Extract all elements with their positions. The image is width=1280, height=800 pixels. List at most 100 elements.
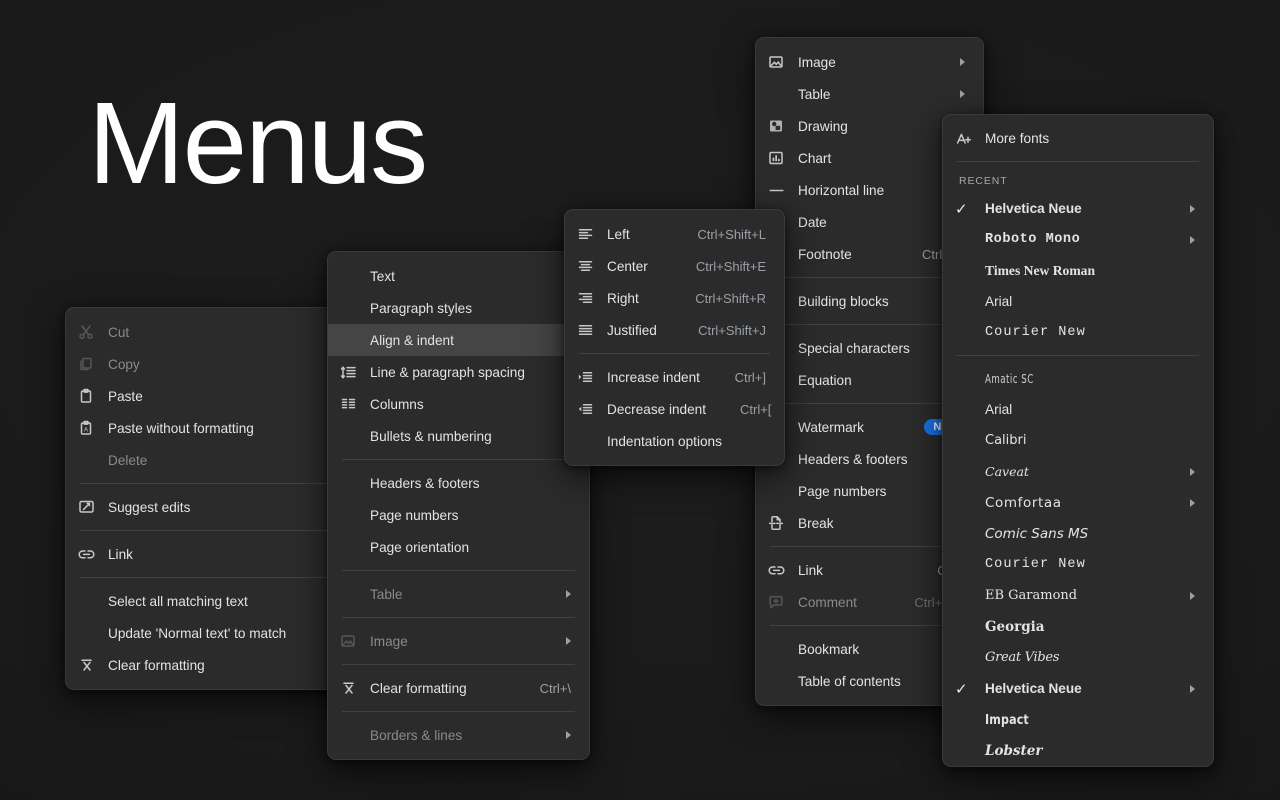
menu-item-headers-footers[interactable]: Headers & footers xyxy=(328,467,589,499)
menu-item-image[interactable]: Image xyxy=(756,46,983,78)
menu-item-increase-indent[interactable]: Increase indent Ctrl+] xyxy=(565,361,784,393)
menu-item-label: EB Garamond xyxy=(985,588,1078,603)
menu-separator xyxy=(342,459,575,460)
menu-item-label: Paste without formatting xyxy=(108,420,254,436)
align-and-indent-submenu: Left Ctrl+Shift+L Center Ctrl+Shift+E Right C… xyxy=(564,209,785,466)
menu-item-justified[interactable]: Justified Ctrl+Shift+J xyxy=(565,314,784,346)
menu-item-label: Lobster xyxy=(985,742,1043,759)
menu-item-times-new-roman[interactable]: Times New Roman xyxy=(943,255,1213,286)
clear-formatting-icon xyxy=(340,679,362,697)
submenu-arrow-icon xyxy=(1190,235,1195,244)
menu-item-great-vibes[interactable]: Great Vibes xyxy=(943,642,1213,673)
add-font-icon xyxy=(955,130,977,148)
menu-separator xyxy=(770,403,969,404)
icon-placeholder xyxy=(768,482,790,500)
menu-item-label: Helvetica Neue xyxy=(985,201,1082,216)
menu-item-center[interactable]: Center Ctrl+Shift+E xyxy=(565,250,784,282)
menu-item-indentation-options[interactable]: Indentation options xyxy=(565,425,784,457)
scissors-icon xyxy=(78,323,100,341)
menu-separator xyxy=(957,355,1199,356)
menu-separator xyxy=(342,711,575,712)
menu-separator xyxy=(342,570,575,571)
menu-item-shortcut: Ctrl+Shift+L xyxy=(697,226,766,242)
menu-item-label: Helvetica Neue xyxy=(985,681,1082,696)
menu-item-courier-new[interactable]: Courier New xyxy=(943,549,1213,580)
menu-item-page-orientation[interactable]: Page orientation xyxy=(328,531,589,563)
menu-item-align-indent[interactable]: Align & indent xyxy=(328,324,589,356)
menu-item-label: Image xyxy=(370,633,408,649)
menu-item-label: Headers & footers xyxy=(370,475,480,491)
menu-item-label: Amatic SC xyxy=(985,371,1034,386)
menu-item-courier-new[interactable]: Courier New xyxy=(943,317,1213,348)
menu-item-more-fonts[interactable]: More fonts xyxy=(943,123,1213,154)
menu-item-roboto-mono[interactable]: Roboto Mono xyxy=(943,224,1213,255)
menu-item-label: Building blocks xyxy=(798,293,889,309)
menu-item-label: Line & paragraph spacing xyxy=(370,364,525,380)
menu-item-label: Clear formatting xyxy=(370,680,467,696)
menu-item-amatic-sc[interactable]: Amatic SC xyxy=(943,363,1213,394)
menu-item-table[interactable]: Table xyxy=(756,78,983,110)
menu-item-label: Page orientation xyxy=(370,539,470,555)
image-icon xyxy=(340,632,362,650)
icon-placeholder xyxy=(78,624,100,642)
menu-item-calibri[interactable]: Calibri xyxy=(943,425,1213,456)
menu-item-comic-sans-ms[interactable]: Comic Sans MS xyxy=(943,518,1213,549)
menu-item-text[interactable]: Text xyxy=(328,260,589,292)
icon-placeholder xyxy=(768,85,790,103)
menu-item-label: Bookmark xyxy=(798,641,860,657)
menu-item-eb-garamond[interactable]: EB Garamond xyxy=(943,580,1213,611)
icon-placeholder xyxy=(768,672,790,690)
suggest-edits-icon xyxy=(78,498,100,516)
menu-item-label: Times New Roman xyxy=(985,262,1096,278)
menu-item-columns[interactable]: Columns xyxy=(328,388,589,420)
menu-item-page-numbers[interactable]: Page numbers xyxy=(328,499,589,531)
menu-item-caveat[interactable]: Caveat xyxy=(943,456,1213,487)
menu-item-label: Justified xyxy=(607,322,657,338)
link-icon xyxy=(78,545,100,563)
menu-item-decrease-indent[interactable]: Decrease indent Ctrl+[ xyxy=(565,393,784,425)
menu-item-lobster[interactable]: Lobster xyxy=(943,735,1213,766)
svg-text:A: A xyxy=(84,428,88,434)
menu-item-clear-formatting[interactable]: Clear formatting Ctrl+\ xyxy=(328,672,589,704)
submenu-arrow-icon xyxy=(566,590,571,598)
menu-item-left[interactable]: Left Ctrl+Shift+L xyxy=(565,218,784,250)
menu-item-label: Align & indent xyxy=(370,332,454,348)
menu-item-label: Great Vibes xyxy=(985,650,1060,665)
menu-item-label: Footnote xyxy=(798,246,852,262)
menu-item-shortcut: Ctrl+[ xyxy=(740,401,772,417)
menu-item-paragraph-styles[interactable]: Paragraph styles xyxy=(328,292,589,324)
menu-item-shortcut: Ctrl+Shift+R xyxy=(695,290,766,306)
menu-item-label: Table of contents xyxy=(798,673,901,689)
submenu-arrow-icon xyxy=(1190,467,1195,476)
icon-placeholder xyxy=(78,592,100,610)
menu-item-label: More fonts xyxy=(985,131,1050,146)
menu-item-line-paragraph-spacing[interactable]: Line & paragraph spacing xyxy=(328,356,589,388)
menu-item-label: Link xyxy=(798,562,823,578)
menu-separator xyxy=(770,625,969,626)
menu-item-helvetica-neue[interactable]: ✓ Helvetica Neue xyxy=(943,193,1213,224)
menu-separator xyxy=(342,664,575,665)
menu-item-helvetica-neue[interactable]: ✓ Helvetica Neue xyxy=(943,673,1213,704)
menu-item-label: Arial xyxy=(985,294,1013,309)
icon-placeholder xyxy=(340,427,362,445)
menu-item-borders-lines: Borders & lines xyxy=(328,719,589,751)
menu-item-arial[interactable]: Arial xyxy=(943,394,1213,425)
menu-item-bullets-numbering[interactable]: Bullets & numbering xyxy=(328,420,589,452)
menu-item-comfortaa[interactable]: Comfortaa xyxy=(943,487,1213,518)
align-justify-icon xyxy=(577,321,599,339)
menu-item-arial[interactable]: Arial xyxy=(943,286,1213,317)
submenu-arrow-icon xyxy=(960,58,965,66)
menu-item-label: Center xyxy=(607,258,648,274)
menu-item-right[interactable]: Right Ctrl+Shift+R xyxy=(565,282,784,314)
menu-item-label: Page numbers xyxy=(370,507,459,523)
chart-icon xyxy=(768,149,790,167)
menu-item-label: Date xyxy=(798,214,827,230)
menu-item-label: Break xyxy=(798,515,834,531)
menu-item-georgia[interactable]: Georgia xyxy=(943,611,1213,642)
increase-indent-icon xyxy=(577,368,599,386)
submenu-arrow-icon xyxy=(1190,591,1195,600)
icon-placeholder xyxy=(577,432,599,450)
submenu-arrow-icon xyxy=(960,90,965,98)
menu-item-impact[interactable]: Impact xyxy=(943,704,1213,735)
menu-item-label: Horizontal line xyxy=(798,182,885,198)
